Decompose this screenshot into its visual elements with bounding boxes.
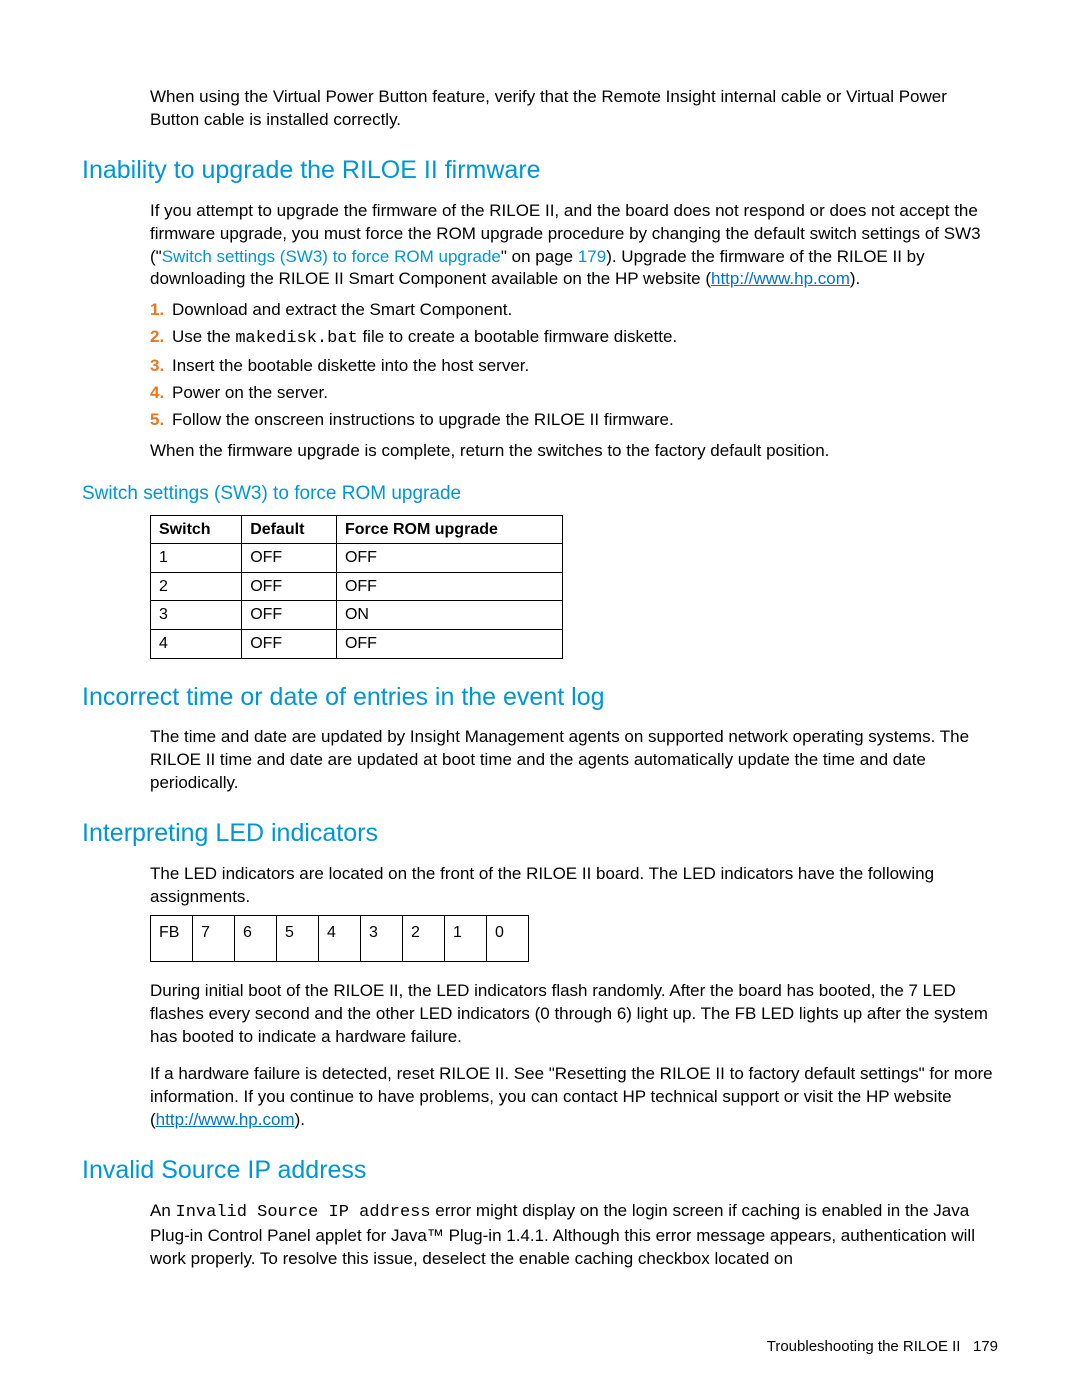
sec3-p2: During initial boot of the RILOE II, the… xyxy=(150,980,998,1049)
step-text: Use the makedisk.bat file to create a bo… xyxy=(172,326,677,351)
table-row: 2OFFOFF xyxy=(151,572,563,601)
step-text: Download and extract the Smart Component… xyxy=(172,299,512,322)
step-5: 5.Follow the onscreen instructions to up… xyxy=(150,409,998,432)
step-2: 2.Use the makedisk.bat file to create a … xyxy=(150,326,998,351)
step-4: 4.Power on the server. xyxy=(150,382,998,405)
code-makedisk: makedisk.bat xyxy=(235,329,357,348)
link-hp[interactable]: http://www.hp.com xyxy=(711,269,850,288)
sec1-p2: When the firmware upgrade is complete, r… xyxy=(150,440,998,463)
page-footer: Troubleshooting the RILOE II 179 xyxy=(767,1337,998,1357)
heading-incorrect-time: Incorrect time or date of entries in the… xyxy=(82,681,998,715)
heading-invalid-ip: Invalid Source IP address xyxy=(82,1154,998,1188)
step-text: Follow the onscreen instructions to upgr… xyxy=(172,409,674,432)
th: Default xyxy=(242,515,337,544)
xref-sw3[interactable]: Switch settings (SW3) to force ROM upgra… xyxy=(162,247,501,266)
step-text: Power on the server. xyxy=(172,382,328,405)
text: " on page xyxy=(501,247,578,266)
footer-label: Troubleshooting the RILOE II xyxy=(767,1338,961,1355)
step-1: 1.Download and extract the Smart Compone… xyxy=(150,299,998,322)
sec3-p3: If a hardware failure is detected, reset… xyxy=(150,1063,998,1132)
page-body: When using the Virtual Power Button feat… xyxy=(0,0,1080,1317)
step-num: 1. xyxy=(150,299,172,322)
sec3-p1: The LED indicators are located on the fr… xyxy=(150,863,998,909)
th: Force ROM upgrade xyxy=(336,515,562,544)
text: ). xyxy=(850,269,860,288)
th: Switch xyxy=(151,515,242,544)
table-row: 3OFFON xyxy=(151,601,563,630)
step-text: Insert the bootable diskette into the ho… xyxy=(172,355,529,378)
code-invalid-ip: Invalid Source IP address xyxy=(176,1203,431,1222)
heading-sw3: Switch settings (SW3) to force ROM upgra… xyxy=(82,481,998,507)
steps-list: 1.Download and extract the Smart Compone… xyxy=(150,299,998,432)
table-row: FB 7 6 5 4 3 2 1 0 xyxy=(151,915,529,962)
link-hp-2[interactable]: http://www.hp.com xyxy=(156,1110,295,1129)
heading-led: Interpreting LED indicators xyxy=(82,817,998,851)
intro-text: When using the Virtual Power Button feat… xyxy=(150,86,998,132)
table-header-row: Switch Default Force ROM upgrade xyxy=(151,515,563,544)
step-3: 3.Insert the bootable diskette into the … xyxy=(150,355,998,378)
sec4-p1: An Invalid Source IP address error might… xyxy=(150,1200,998,1271)
xref-page[interactable]: 179 xyxy=(578,247,606,266)
footer-page: 179 xyxy=(973,1338,998,1355)
step-num: 5. xyxy=(150,409,172,432)
step-num: 4. xyxy=(150,382,172,405)
heading-inability: Inability to upgrade the RILOE II firmwa… xyxy=(82,154,998,188)
switch-table: Switch Default Force ROM upgrade 1OFFOFF… xyxy=(150,515,563,659)
sec2-p: The time and date are updated by Insight… xyxy=(150,726,998,795)
step-num: 2. xyxy=(150,326,172,351)
step-num: 3. xyxy=(150,355,172,378)
sec1-p1: If you attempt to upgrade the firmware o… xyxy=(150,200,998,292)
table-row: 1OFFOFF xyxy=(151,544,563,573)
table-row: 4OFFOFF xyxy=(151,630,563,659)
led-table: FB 7 6 5 4 3 2 1 0 xyxy=(150,915,529,963)
